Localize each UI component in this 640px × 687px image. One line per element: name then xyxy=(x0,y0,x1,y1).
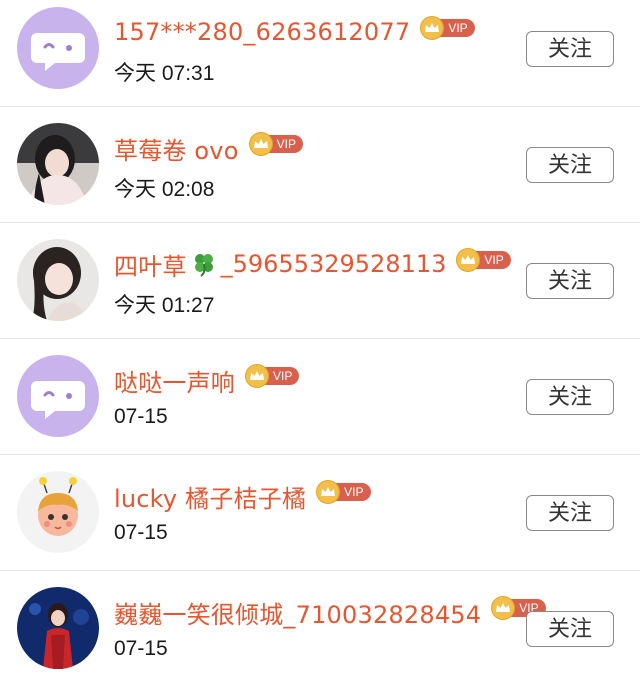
avatar[interactable] xyxy=(17,123,99,205)
user-name-line[interactable]: 四叶草 _59655329528113 VIP xyxy=(114,247,511,281)
user-name[interactable]: 哒哒一声响 xyxy=(114,363,235,398)
photo-avatar-icon xyxy=(17,239,99,321)
list-item[interactable]: 草莓卷 ovo VIP 今天 02:08 关注 xyxy=(0,107,640,223)
follow-time: 今天 02:08 xyxy=(114,178,215,201)
crown-icon xyxy=(316,480,341,504)
user-name-line[interactable]: 草莓卷 ovo VIP xyxy=(114,131,303,165)
follow-button[interactable]: 关注 xyxy=(526,263,614,299)
follow-button[interactable]: 关注 xyxy=(526,147,614,183)
photo-avatar-icon xyxy=(17,587,99,669)
list-item[interactable]: lucky 橘子桔子橘 VIP 07-15 关注 xyxy=(0,455,640,571)
crown-icon xyxy=(245,364,269,388)
cartoon-avatar-icon xyxy=(17,471,99,553)
follow-button[interactable]: 关注 xyxy=(526,379,614,415)
user-name[interactable]: 四叶草 xyxy=(114,247,187,282)
user-name-line[interactable]: 哒哒一声响 VIP xyxy=(114,363,300,398)
follow-time: 07-15 xyxy=(114,521,168,544)
vip-badge: VIP xyxy=(248,132,303,156)
four-leaf-clover-icon xyxy=(191,251,217,277)
vip-badge: VIP xyxy=(420,16,475,40)
follow-button[interactable]: 关注 xyxy=(526,31,614,67)
avatar[interactable] xyxy=(17,587,99,669)
follow-button[interactable]: 关注 xyxy=(526,495,614,531)
follower-list: 157***280_6263612077 VIP 今天 07:31 关注 草莓卷… xyxy=(0,0,640,687)
list-item[interactable]: 四叶草 _59655329528113 VIP 今天 01:27 关注 xyxy=(0,223,640,339)
avatar[interactable] xyxy=(17,7,99,89)
avatar[interactable] xyxy=(17,239,99,321)
vip-badge: VIP xyxy=(245,364,300,388)
follow-button[interactable]: 关注 xyxy=(526,611,614,647)
avatar[interactable] xyxy=(17,471,99,553)
user-name[interactable]: 157***280_6263612077 xyxy=(114,18,410,46)
vip-badge: VIP xyxy=(456,248,511,272)
list-item[interactable]: 巍巍一笑很倾城_710032828454 VIP 07-15 关注 xyxy=(0,571,640,687)
avatar[interactable] xyxy=(17,355,99,437)
user-name-line[interactable]: 157***280_6263612077 VIP xyxy=(114,15,475,49)
user-name[interactable]: 草莓卷 ovo xyxy=(114,131,239,166)
follow-time: 07-15 xyxy=(114,637,168,660)
user-name[interactable]: 巍巍一笑很倾城_710032828454 xyxy=(114,595,481,630)
list-item[interactable]: 哒哒一声响 VIP 07-15 关注 xyxy=(0,339,640,455)
user-name-line[interactable]: lucky 橘子桔子橘 VIP xyxy=(114,479,371,513)
user-name-line[interactable]: 巍巍一笑很倾城_710032828454 VIP xyxy=(114,595,546,629)
follow-time: 今天 07:31 xyxy=(114,62,215,85)
follow-time: 今天 01:27 xyxy=(114,294,215,317)
default-avatar-icon xyxy=(17,355,99,437)
follow-time: 07-15 xyxy=(114,405,168,428)
default-avatar-icon xyxy=(17,7,99,89)
crown-icon xyxy=(248,132,273,156)
vip-badge: VIP xyxy=(316,480,371,504)
user-name[interactable]: lucky 橘子桔子橘 xyxy=(114,479,306,514)
photo-avatar-icon xyxy=(17,123,99,205)
user-name-suffix[interactable]: _59655329528113 xyxy=(221,250,447,278)
list-item[interactable]: 157***280_6263612077 VIP 今天 07:31 关注 xyxy=(0,0,640,107)
